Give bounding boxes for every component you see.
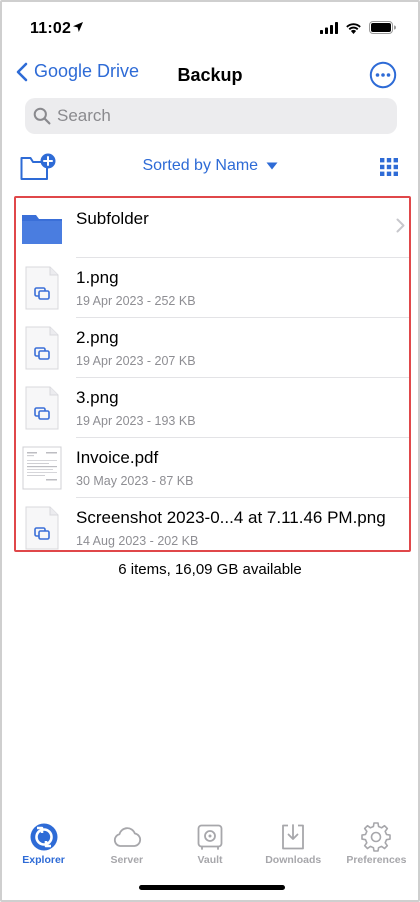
list-item-file[interactable]: 1.png 19 Apr 2023 - 252 KB (16, 258, 409, 318)
list-item-folder[interactable]: Subfolder (16, 198, 409, 258)
list-item-file[interactable]: Screenshot 2023-0...4 at 7.11.46 PM.png … (16, 498, 409, 558)
search-icon (33, 107, 51, 125)
tab-label: Vault (197, 854, 223, 866)
item-name: 1.png (76, 268, 119, 287)
chevron-left-icon (16, 62, 28, 81)
phone-screen: 11:02 Google Drive Backup Search Sorted … (0, 0, 420, 902)
status-indicators (320, 21, 396, 34)
file-list: Subfolder 1.png 19 Apr 2023 - 252 KB 2.p… (14, 196, 411, 552)
caret-down-icon (266, 162, 278, 170)
item-name: Subfolder (76, 209, 149, 228)
item-meta: 19 Apr 2023 - 193 KB (76, 414, 196, 428)
image-file-icon (25, 266, 59, 310)
list-item-file[interactable]: 2.png 19 Apr 2023 - 207 KB (16, 318, 409, 378)
explorer-icon (30, 823, 58, 851)
more-options-icon[interactable] (369, 61, 397, 89)
tab-vault[interactable]: Vault (168, 816, 251, 872)
image-file-icon (25, 326, 59, 370)
tab-preferences[interactable]: Preferences (335, 816, 418, 872)
back-button-label: Google Drive (34, 61, 140, 81)
item-meta: 14 Aug 2023 - 202 KB (76, 534, 199, 548)
vault-icon (197, 824, 223, 850)
tab-downloads[interactable]: Downloads (252, 816, 335, 872)
image-file-icon (25, 386, 59, 430)
item-meta: 19 Apr 2023 - 207 KB (76, 354, 196, 368)
item-meta: 19 Apr 2023 - 252 KB (76, 294, 196, 308)
status-bar: 11:02 (2, 2, 418, 50)
sort-button-label: Sorted by Name (142, 157, 259, 174)
tab-label: Downloads (265, 854, 322, 866)
downloads-icon (282, 824, 305, 850)
chevron-right-icon (396, 218, 405, 233)
search-input[interactable] (57, 106, 357, 126)
grid-view-icon[interactable] (380, 158, 398, 176)
home-indicator (139, 885, 285, 890)
item-name: 3.png (76, 388, 119, 407)
item-name: 2.png (76, 328, 119, 347)
tab-label: Preferences (346, 854, 407, 866)
item-meta: 30 May 2023 - 87 KB (76, 474, 194, 488)
status-time: 11:02 (30, 20, 72, 37)
item-name: Invoice.pdf (76, 448, 159, 467)
sort-button[interactable]: Sorted by Name (2, 157, 418, 175)
navigation-bar: Google Drive Backup (2, 58, 418, 94)
back-button[interactable]: Google Drive (16, 61, 139, 82)
wifi-icon (346, 22, 361, 34)
battery-icon (369, 21, 396, 34)
tab-label: Explorer (22, 854, 65, 866)
location-arrow-icon (73, 22, 83, 32)
image-file-icon (25, 506, 59, 550)
tab-label: Server (110, 854, 144, 866)
gear-icon (361, 822, 392, 852)
storage-summary: 6 items, 16,09 GB available (118, 561, 302, 578)
search-field (25, 98, 397, 134)
list-item-file[interactable]: Invoice.pdf 30 May 2023 - 87 KB (16, 438, 409, 498)
tab-bar: Explorer Server Vault Downloads Preferen… (2, 816, 418, 872)
cloud-icon (113, 827, 141, 847)
cellular-signal-icon (320, 21, 338, 34)
item-name: Screenshot 2023-0...4 at 7.11.46 PM.png (76, 508, 386, 527)
tab-server[interactable]: Server (85, 816, 168, 872)
folder-icon (22, 215, 62, 244)
list-item-file[interactable]: 3.png 19 Apr 2023 - 193 KB (16, 378, 409, 438)
toolbar: Sorted by Name (2, 150, 418, 184)
tab-explorer[interactable]: Explorer (2, 816, 85, 872)
pdf-document-thumbnail (22, 446, 62, 490)
